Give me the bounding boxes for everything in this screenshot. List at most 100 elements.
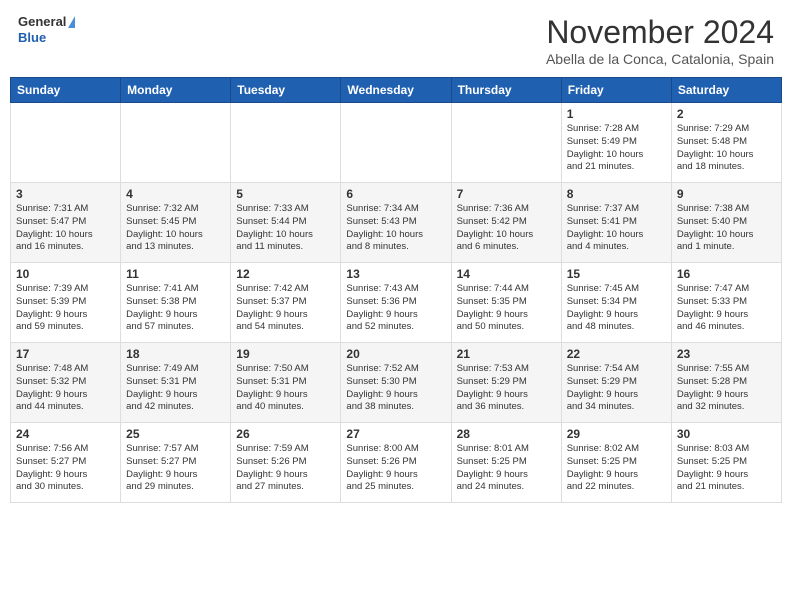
day-number: 9 [677,187,776,201]
day-number: 27 [346,427,445,441]
calendar-cell: 15 Sunrise: 7:45 AM Sunset: 5:34 PM Dayli… [561,263,671,343]
cell-content: Sunrise: 7:50 AM Sunset: 5:31 PM Dayligh… [236,363,335,414]
day-number: 23 [677,347,776,361]
calendar-cell: 1Sunrise: 7:28 AM Sunset: 5:49 PM Daylig… [561,103,671,183]
calendar-cell: 7Sunrise: 7:36 AM Sunset: 5:42 PM Daylig… [451,183,561,263]
week-row-4: 17Sunrise: 7:48 AM Sunset: 5:32 PM Dayli… [11,343,782,423]
calendar-cell: 25 Sunrise: 7:57 AM Sunset: 5:27 PM Dayli… [121,423,231,503]
cell-content: Sunrise: 7:57 AM Sunset: 5:27 PM Dayligh… [126,443,225,494]
calendar-cell: 28Sunrise: 8:01 AM Sunset: 5:25 PM Dayli… [451,423,561,503]
calendar-cell: 10Sunrise: 7:39 AM Sunset: 5:39 PM Dayli… [11,263,121,343]
weekday-header-thursday: Thursday [451,78,561,103]
calendar-cell: 9Sunrise: 7:38 AM Sunset: 5:40 PM Daylig… [671,183,781,263]
location-title: Abella de la Conca, Catalonia, Spain [546,51,774,67]
weekday-header-tuesday: Tuesday [231,78,341,103]
week-row-2: 3 Sunrise: 7:31 AM Sunset: 5:47 PM Daylig… [11,183,782,263]
cell-content: Sunrise: 7:49 AM Sunset: 5:31 PM Dayligh… [126,363,225,414]
day-number: 29 [567,427,666,441]
cell-content: Sunrise: 8:03 AM Sunset: 5:25 PM Dayligh… [677,443,776,494]
weekday-header-row: SundayMondayTuesdayWednesdayThursdayFrid… [11,78,782,103]
logo-icon [68,16,75,28]
day-number: 12 [236,267,335,281]
day-number: 30 [677,427,776,441]
cell-content: Sunrise: 7:54 AM Sunset: 5:29 PM Dayligh… [567,363,666,414]
calendar-cell: 13 Sunrise: 7:43 AM Sunset: 5:36 PM Dayli… [341,263,451,343]
day-number: 7 [457,187,556,201]
cell-content: Sunrise: 7:42 AM Sunset: 5:37 PM Dayligh… [236,283,335,334]
calendar-cell: 8 Sunrise: 7:37 AM Sunset: 5:41 PM Daylig… [561,183,671,263]
calendar-cell: 22 Sunrise: 7:54 AM Sunset: 5:29 PM Dayli… [561,343,671,423]
cell-content: Sunrise: 7:28 AM Sunset: 5:49 PM Dayligh… [567,123,666,174]
day-number: 11 [126,267,225,281]
calendar-cell: 3 Sunrise: 7:31 AM Sunset: 5:47 PM Daylig… [11,183,121,263]
day-number: 14 [457,267,556,281]
page-header: General Blue November 2024 Abella de la … [10,10,782,71]
cell-content: Sunrise: 7:37 AM Sunset: 5:41 PM Dayligh… [567,203,666,254]
cell-content: Sunrise: 7:47 AM Sunset: 5:33 PM Dayligh… [677,283,776,334]
calendar-cell: 21 Sunrise: 7:53 AM Sunset: 5:29 PM Dayli… [451,343,561,423]
calendar-cell [341,103,451,183]
cell-content: Sunrise: 7:43 AM Sunset: 5:36 PM Dayligh… [346,283,445,334]
day-number: 24 [16,427,115,441]
title-block: November 2024 Abella de la Conca, Catalo… [546,14,774,67]
calendar-cell: 2 Sunrise: 7:29 AM Sunset: 5:48 PM Daylig… [671,103,781,183]
day-number: 28 [457,427,556,441]
cell-content: Sunrise: 7:59 AM Sunset: 5:26 PM Dayligh… [236,443,335,494]
calendar-cell: 18 Sunrise: 7:49 AM Sunset: 5:31 PM Dayli… [121,343,231,423]
day-number: 19 [236,347,335,361]
cell-content: Sunrise: 7:53 AM Sunset: 5:29 PM Dayligh… [457,363,556,414]
week-row-1: 1Sunrise: 7:28 AM Sunset: 5:49 PM Daylig… [11,103,782,183]
logo-general-text: General [18,14,66,30]
calendar-cell: 5 Sunrise: 7:33 AM Sunset: 5:44 PM Daylig… [231,183,341,263]
week-row-5: 24 Sunrise: 7:56 AM Sunset: 5:27 PM Dayli… [11,423,782,503]
cell-content: Sunrise: 7:31 AM Sunset: 5:47 PM Dayligh… [16,203,115,254]
day-number: 8 [567,187,666,201]
day-number: 3 [16,187,115,201]
day-number: 25 [126,427,225,441]
day-number: 5 [236,187,335,201]
cell-content: Sunrise: 8:02 AM Sunset: 5:25 PM Dayligh… [567,443,666,494]
cell-content: Sunrise: 7:33 AM Sunset: 5:44 PM Dayligh… [236,203,335,254]
calendar-cell: 14 Sunrise: 7:44 AM Sunset: 5:35 PM Dayli… [451,263,561,343]
day-number: 6 [346,187,445,201]
day-number: 26 [236,427,335,441]
day-number: 18 [126,347,225,361]
logo-blue-text: Blue [18,30,75,46]
cell-content: Sunrise: 7:32 AM Sunset: 5:45 PM Dayligh… [126,203,225,254]
calendar-cell: 19 Sunrise: 7:50 AM Sunset: 5:31 PM Dayli… [231,343,341,423]
calendar-cell [121,103,231,183]
cell-content: Sunrise: 7:45 AM Sunset: 5:34 PM Dayligh… [567,283,666,334]
calendar-cell: 6Sunrise: 7:34 AM Sunset: 5:43 PM Daylig… [341,183,451,263]
calendar-cell [231,103,341,183]
calendar-cell: 24 Sunrise: 7:56 AM Sunset: 5:27 PM Dayli… [11,423,121,503]
day-number: 2 [677,107,776,121]
month-title: November 2024 [546,14,774,51]
calendar-cell: 16 Sunrise: 7:47 AM Sunset: 5:33 PM Dayli… [671,263,781,343]
calendar-cell: 20Sunrise: 7:52 AM Sunset: 5:30 PM Dayli… [341,343,451,423]
calendar-cell [451,103,561,183]
day-number: 21 [457,347,556,361]
cell-content: Sunrise: 7:41 AM Sunset: 5:38 PM Dayligh… [126,283,225,334]
cell-content: Sunrise: 7:44 AM Sunset: 5:35 PM Dayligh… [457,283,556,334]
day-number: 13 [346,267,445,281]
day-number: 16 [677,267,776,281]
calendar-table: SundayMondayTuesdayWednesdayThursdayFrid… [10,77,782,503]
calendar-cell: 4Sunrise: 7:32 AM Sunset: 5:45 PM Daylig… [121,183,231,263]
calendar-cell: 11 Sunrise: 7:41 AM Sunset: 5:38 PM Dayli… [121,263,231,343]
cell-content: Sunrise: 8:00 AM Sunset: 5:26 PM Dayligh… [346,443,445,494]
logo: General Blue [18,14,75,45]
day-number: 22 [567,347,666,361]
calendar-cell [11,103,121,183]
weekday-header-friday: Friday [561,78,671,103]
day-number: 15 [567,267,666,281]
cell-content: Sunrise: 7:48 AM Sunset: 5:32 PM Dayligh… [16,363,115,414]
calendar-cell: 23Sunrise: 7:55 AM Sunset: 5:28 PM Dayli… [671,343,781,423]
cell-content: Sunrise: 7:29 AM Sunset: 5:48 PM Dayligh… [677,123,776,174]
cell-content: Sunrise: 7:56 AM Sunset: 5:27 PM Dayligh… [16,443,115,494]
calendar-cell: 30 Sunrise: 8:03 AM Sunset: 5:25 PM Dayli… [671,423,781,503]
weekday-header-monday: Monday [121,78,231,103]
weekday-header-saturday: Saturday [671,78,781,103]
calendar-cell: 27 Sunrise: 8:00 AM Sunset: 5:26 PM Dayli… [341,423,451,503]
calendar-cell: 17Sunrise: 7:48 AM Sunset: 5:32 PM Dayli… [11,343,121,423]
week-row-3: 10Sunrise: 7:39 AM Sunset: 5:39 PM Dayli… [11,263,782,343]
